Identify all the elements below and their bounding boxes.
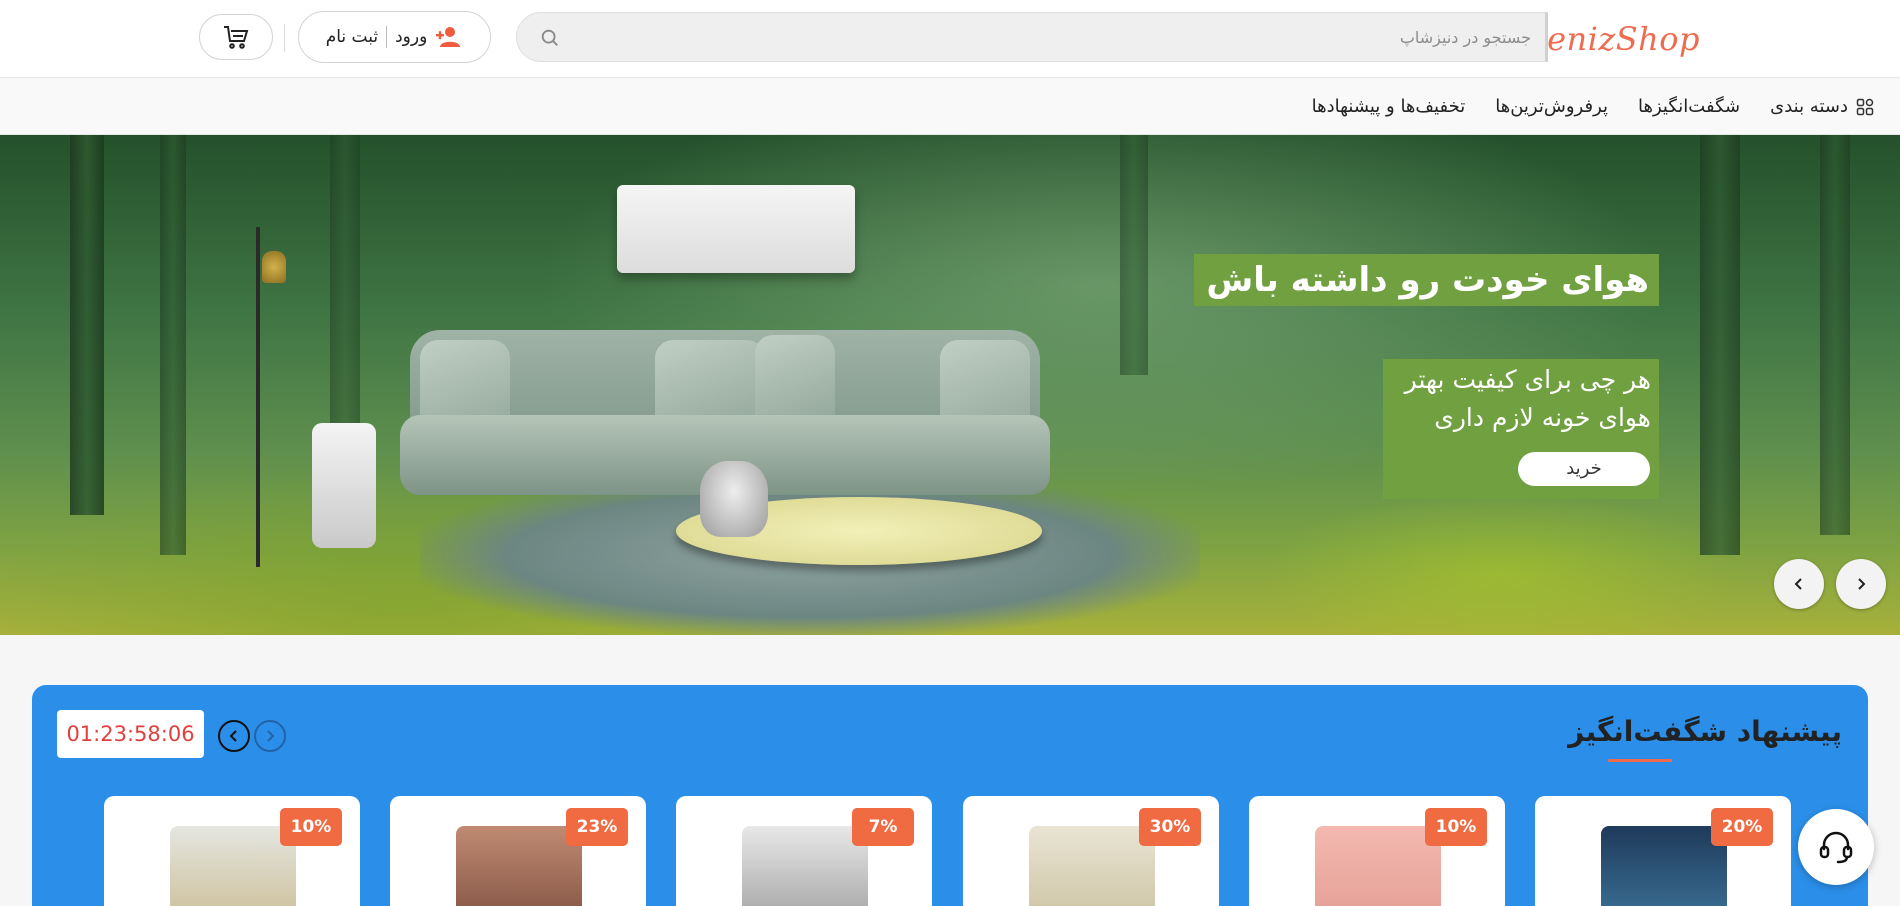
nav-item-label: شگفت‌انگیزها — [1638, 96, 1741, 117]
login-label[interactable]: ورود — [395, 27, 427, 47]
chevron-right-icon — [267, 730, 275, 742]
search-icon[interactable] — [539, 27, 561, 49]
nav-item-categories[interactable]: دسته بندی — [1770, 96, 1874, 117]
nav-item-label: تخفیف‌ها و پیشنهادها — [1311, 96, 1466, 117]
buy-button[interactable]: خرید — [1518, 452, 1650, 486]
air-purifier-image — [312, 423, 376, 548]
support-button[interactable] — [1798, 809, 1874, 885]
chandelier-product — [456, 826, 582, 906]
search-bar[interactable] — [516, 12, 1548, 62]
phone-box-product — [1315, 826, 1441, 906]
air-conditioner-image — [617, 185, 855, 273]
nav-item-label: پرفروش‌ترین‌ها — [1495, 96, 1609, 117]
chevron-right-icon — [1858, 578, 1866, 590]
discount-badge: 23% — [566, 808, 628, 846]
headset-icon — [1819, 831, 1853, 864]
discount-badge: 7% — [852, 808, 914, 846]
product-cards: 10% 23% 7% 30% 10% 20% — [104, 796, 1828, 906]
offers-prev-button[interactable] — [218, 720, 250, 752]
cart-icon — [224, 26, 249, 49]
nav-item-bestsellers[interactable]: پرفروش‌ترین‌ها — [1495, 96, 1608, 117]
tree-trunk — [330, 135, 360, 435]
auth-separator — [386, 26, 388, 48]
fridge-product — [170, 826, 296, 906]
tree-trunk — [160, 135, 186, 555]
amazing-offers-section: پیشنهاد شگفت‌انگیز 01:23:58:06 10% 23% 7… — [32, 685, 1868, 906]
discount-badge: 30% — [1139, 808, 1201, 846]
product-card[interactable]: 10% — [1249, 796, 1505, 906]
chevron-left-icon — [229, 730, 237, 742]
tree-trunk — [70, 135, 104, 515]
nav-item-amazing[interactable]: شگفت‌انگیزها — [1638, 96, 1740, 117]
grid-icon — [1856, 98, 1874, 115]
product-card[interactable]: 20% — [1535, 796, 1791, 906]
countdown-timer: 01:23:58:06 — [57, 710, 204, 758]
hero-subtitle-line1: هر چی برای کیفیت بهتر — [1404, 365, 1651, 394]
phone-product — [1601, 826, 1727, 906]
slider-prev-button[interactable] — [1774, 559, 1824, 609]
discount-badge: 20% — [1711, 808, 1773, 846]
dishwasher-product — [742, 826, 868, 906]
product-card[interactable]: 10% — [104, 796, 360, 906]
login-register-button[interactable]: ورود ثبت نام — [298, 11, 491, 63]
user-plus-icon — [436, 27, 461, 47]
main-nav: دسته بندی شگفت‌انگیزها پرفروش‌ترین‌ها تخ… — [0, 78, 1900, 135]
lamp-image — [256, 227, 260, 567]
product-card[interactable]: 30% — [963, 796, 1219, 906]
humidifier-image — [700, 461, 768, 537]
slider-next-button[interactable] — [1836, 559, 1886, 609]
search-input[interactable] — [571, 13, 1531, 61]
discount-badge: 10% — [1425, 808, 1487, 846]
hero-banner[interactable]: هوای خودت رو داشته باش هر چی برای کیفیت … — [0, 135, 1900, 635]
header-divider — [284, 24, 285, 52]
hero-title: هوای خودت رو داشته باش — [1194, 254, 1659, 306]
cream-product — [1029, 826, 1155, 906]
section-title: پیشنهاد شگفت‌انگیز — [1568, 715, 1842, 748]
register-label[interactable]: ثبت نام — [326, 27, 378, 47]
tree-trunk — [1820, 135, 1850, 535]
product-card[interactable]: 7% — [676, 796, 932, 906]
tree-trunk — [1120, 135, 1148, 375]
nav-item-label: دسته بندی — [1770, 96, 1848, 117]
title-underline — [1608, 759, 1672, 762]
site-header: DenizShop ورود ثبت نام — [0, 0, 1900, 78]
product-card[interactable]: 23% — [390, 796, 646, 906]
nav-item-discounts[interactable]: تخفیف‌ها و پیشنهادها — [1312, 96, 1466, 117]
lamp-shade — [262, 251, 286, 283]
hero-subtitle-line2: هوای خونه لازم داری — [1434, 403, 1651, 432]
offers-next-button[interactable] — [254, 720, 286, 752]
discount-badge: 10% — [280, 808, 342, 846]
tree-trunk — [1700, 135, 1740, 555]
cart-button[interactable] — [199, 14, 273, 60]
chevron-left-icon — [1794, 578, 1802, 590]
